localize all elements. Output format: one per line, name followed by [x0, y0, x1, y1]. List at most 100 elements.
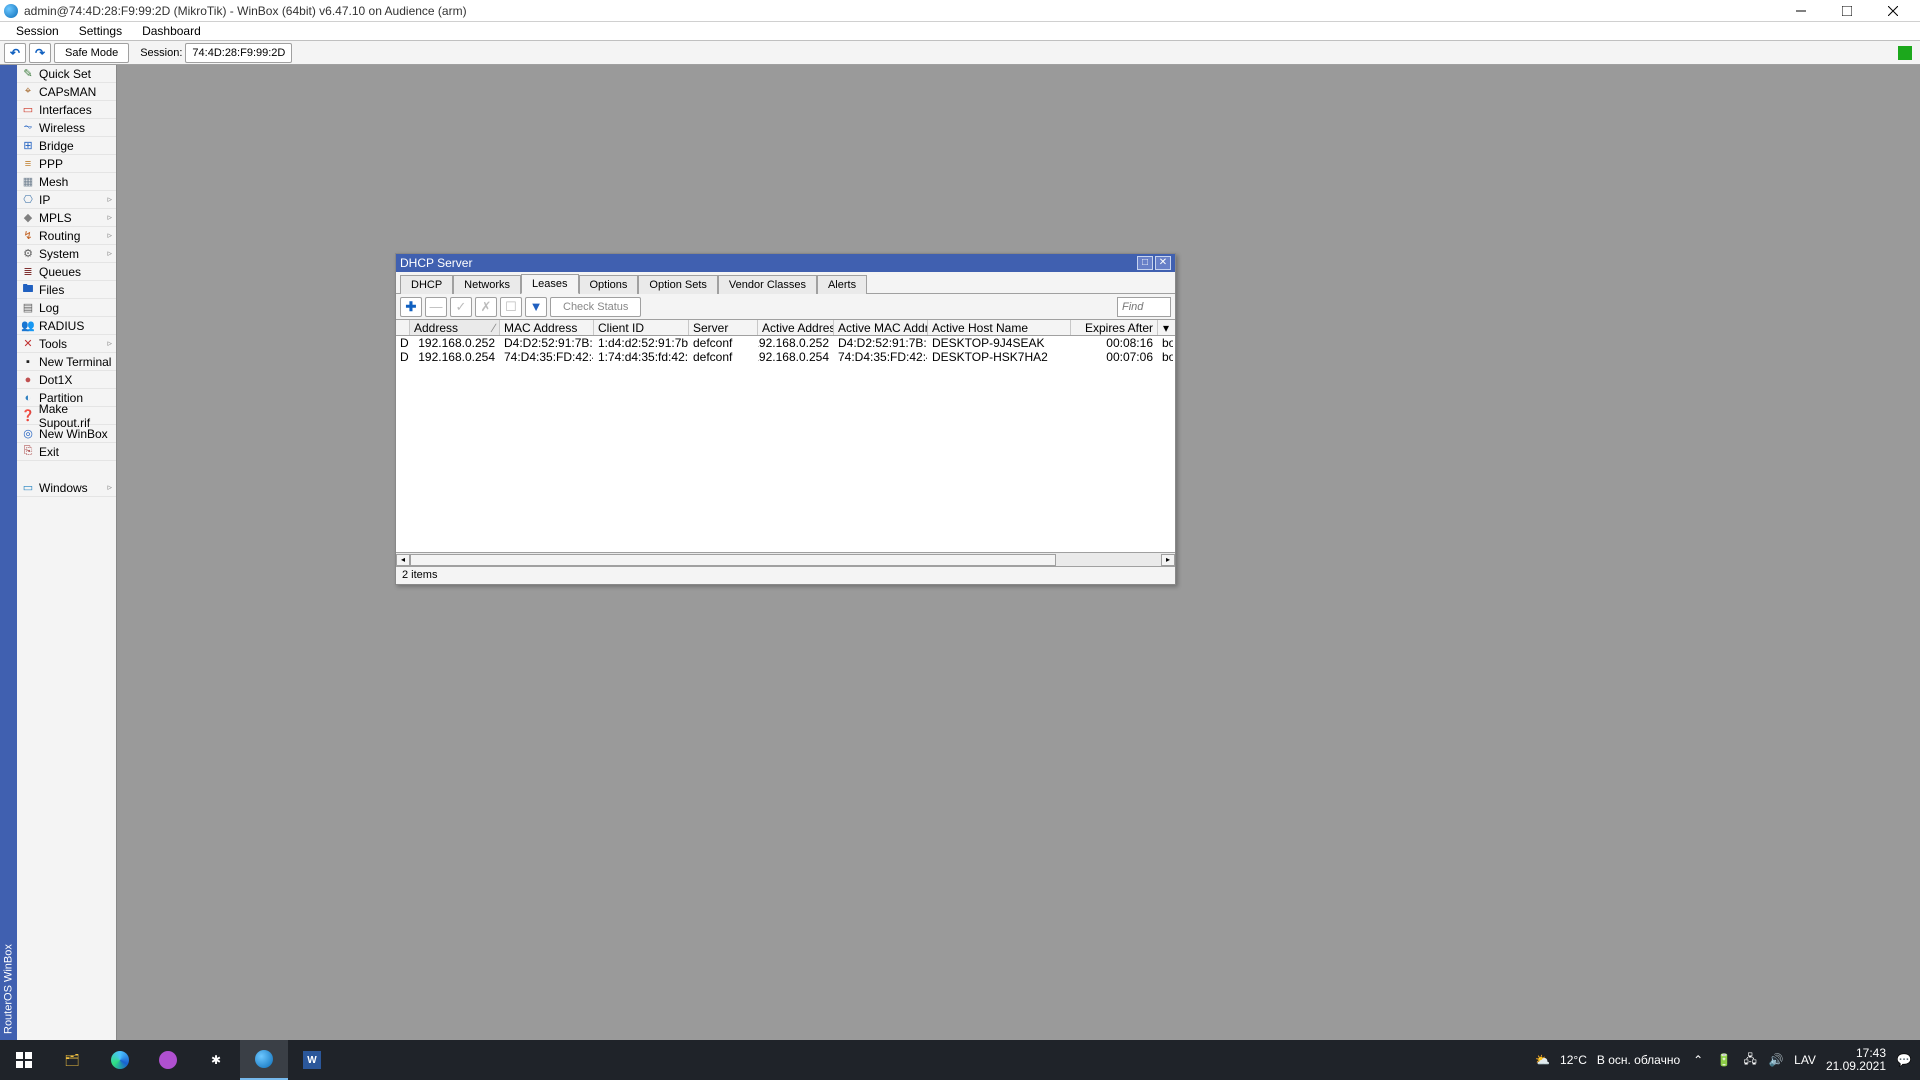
- file-explorer-icon[interactable]: 🗂: [48, 1040, 96, 1080]
- sidebar-icon: ✎: [21, 67, 35, 81]
- action-center-icon[interactable]: 💬: [1896, 1052, 1912, 1068]
- start-button[interactable]: [0, 1040, 48, 1080]
- weather-icon[interactable]: ⛅: [1535, 1053, 1550, 1067]
- sidebar-item-make-supout-rif[interactable]: ❓Make Supout.rif: [17, 407, 116, 425]
- col-flag[interactable]: [396, 320, 410, 335]
- sidebar-item-quick-set[interactable]: ✎Quick Set: [17, 65, 116, 83]
- window-titlebar: admin@74:4D:28:F9:99:2D (MikroTik) - Win…: [0, 0, 1920, 22]
- weather-temp[interactable]: 12°C: [1560, 1053, 1587, 1067]
- add-button[interactable]: ✚: [400, 297, 422, 317]
- sidebar-item-label: Routing: [39, 229, 80, 243]
- minimize-button[interactable]: [1778, 0, 1824, 22]
- word-icon[interactable]: W: [288, 1040, 336, 1080]
- sidebar-item-new-winbox[interactable]: ◎New WinBox: [17, 425, 116, 443]
- lease-row[interactable]: D192.168.0.25474:D4:35:FD:42:441:74:d4:3…: [396, 350, 1175, 364]
- dhcp-statusbar: 2 items: [396, 566, 1175, 584]
- tab-alerts[interactable]: Alerts: [817, 275, 867, 294]
- filter-button[interactable]: ▼: [525, 297, 547, 317]
- inner-maximize-button[interactable]: □: [1137, 256, 1153, 270]
- remove-button[interactable]: —: [425, 297, 447, 317]
- sidebar-icon: ⏦: [21, 121, 35, 135]
- col-expires[interactable]: Expires After: [1071, 320, 1158, 335]
- sidebar-icon: ◆: [21, 211, 35, 225]
- language-indicator[interactable]: LAV: [1794, 1053, 1816, 1067]
- tray-chevron-icon[interactable]: ⌃: [1690, 1052, 1706, 1068]
- col-client-id[interactable]: Client ID: [594, 320, 689, 335]
- undo-button[interactable]: ↶: [4, 43, 26, 63]
- scroll-thumb[interactable]: [410, 554, 1056, 566]
- chevron-right-icon: ▹: [107, 482, 112, 493]
- sidebar-item-exit[interactable]: ⎘Exit: [17, 443, 116, 461]
- scroll-left-button[interactable]: ◂: [396, 554, 410, 566]
- edge-icon[interactable]: [96, 1040, 144, 1080]
- cell-status: bo: [1158, 336, 1174, 350]
- menu-settings[interactable]: Settings: [69, 22, 132, 40]
- clock[interactable]: 17:43 21.09.2021: [1826, 1047, 1886, 1073]
- sidebar-item-dot1x[interactable]: ● Dot1X: [17, 371, 116, 389]
- sidebar-item-radius[interactable]: 👥RADIUS: [17, 317, 116, 335]
- sidebar-item-label: Exit: [39, 445, 59, 459]
- app-icon-purple[interactable]: [144, 1040, 192, 1080]
- sidebar-item-system[interactable]: ⚙System▹: [17, 245, 116, 263]
- dhcp-window-title: DHCP Server: [400, 256, 472, 270]
- sidebar-item-windows[interactable]: ▭Windows▹: [17, 479, 116, 497]
- sidebar-icon: ●: [21, 373, 35, 387]
- disable-button[interactable]: ✗: [475, 297, 497, 317]
- connection-status-icon: [1898, 46, 1912, 60]
- tray-battery-icon[interactable]: 🔋: [1716, 1052, 1732, 1068]
- sidebar-item-wireless[interactable]: ⏦Wireless: [17, 119, 116, 137]
- tray-volume-icon[interactable]: 🔊: [1768, 1052, 1784, 1068]
- tab-dhcp[interactable]: DHCP: [400, 275, 453, 294]
- menu-session[interactable]: Session: [6, 22, 69, 40]
- sidebar-item-files[interactable]: 🖿Files: [17, 281, 116, 299]
- maximize-button[interactable]: [1824, 0, 1870, 22]
- sidebar-item-log[interactable]: ▤Log: [17, 299, 116, 317]
- safe-mode-button[interactable]: Safe Mode: [54, 43, 129, 63]
- col-server[interactable]: Server: [689, 320, 758, 335]
- horizontal-scrollbar[interactable]: ◂ ▸: [396, 552, 1175, 566]
- winbox-taskbar-icon[interactable]: [240, 1040, 288, 1080]
- col-active-address[interactable]: Active Address: [758, 320, 834, 335]
- inner-close-button[interactable]: ✕: [1155, 256, 1171, 270]
- sidebar-item-ppp[interactable]: ≡PPP: [17, 155, 116, 173]
- sidebar-item-queues[interactable]: ≣Queues: [17, 263, 116, 281]
- find-input[interactable]: [1117, 297, 1171, 317]
- lease-row[interactable]: D192.168.0.252D4:D2:52:91:7B:D91:d4:d2:5…: [396, 336, 1175, 350]
- sidebar-item-mesh[interactable]: ▦Mesh: [17, 173, 116, 191]
- column-menu-button[interactable]: ▾: [1158, 320, 1174, 335]
- scroll-track[interactable]: [410, 554, 1161, 566]
- tab-networks[interactable]: Networks: [453, 275, 521, 294]
- tab-options[interactable]: Options: [579, 275, 639, 294]
- sidebar-item-ip[interactable]: ⎔IP▹: [17, 191, 116, 209]
- sidebar-item-routing[interactable]: ↯Routing▹: [17, 227, 116, 245]
- brand-strip: RouterOS WinBox: [0, 65, 17, 1040]
- sidebar-item-label: Dot1X: [39, 373, 72, 387]
- comment-button[interactable]: ☐: [500, 297, 522, 317]
- weather-text[interactable]: В осн. облачно: [1597, 1053, 1680, 1067]
- sidebar-icon: ❓: [21, 409, 35, 423]
- sidebar-item-tools[interactable]: ✕Tools▹: [17, 335, 116, 353]
- sidebar-item-interfaces[interactable]: ▭Interfaces: [17, 101, 116, 119]
- menu-dashboard[interactable]: Dashboard: [132, 22, 211, 40]
- close-button[interactable]: [1870, 0, 1916, 22]
- dhcp-window-titlebar[interactable]: DHCP Server □ ✕: [396, 254, 1175, 272]
- tab-leases[interactable]: Leases: [521, 274, 578, 294]
- col-active-mac[interactable]: Active MAC Addre...: [834, 320, 928, 335]
- scroll-right-button[interactable]: ▸: [1161, 554, 1175, 566]
- slack-icon[interactable]: ✱: [192, 1040, 240, 1080]
- sidebar-item-new-terminal[interactable]: ▪New Terminal: [17, 353, 116, 371]
- sidebar-icon: ▪: [21, 355, 35, 369]
- sidebar-item-capsman[interactable]: ⌖CAPsMAN: [17, 83, 116, 101]
- sidebar-item-mpls[interactable]: ◆MPLS▹: [17, 209, 116, 227]
- enable-button[interactable]: ✓: [450, 297, 472, 317]
- redo-button[interactable]: ↷: [29, 43, 51, 63]
- tab-option-sets[interactable]: Option Sets: [638, 275, 717, 294]
- col-mac[interactable]: MAC Address: [500, 320, 594, 335]
- col-active-host[interactable]: Active Host Name: [928, 320, 1071, 335]
- sidebar-item-bridge[interactable]: ⊞Bridge: [17, 137, 116, 155]
- check-status-button[interactable]: Check Status: [550, 297, 641, 317]
- tab-vendor-classes[interactable]: Vendor Classes: [718, 275, 817, 294]
- tray-network-icon[interactable]: 🖧: [1742, 1052, 1758, 1068]
- col-address[interactable]: Address∕: [410, 320, 500, 335]
- sidebar-item-label: CAPsMAN: [39, 85, 96, 99]
